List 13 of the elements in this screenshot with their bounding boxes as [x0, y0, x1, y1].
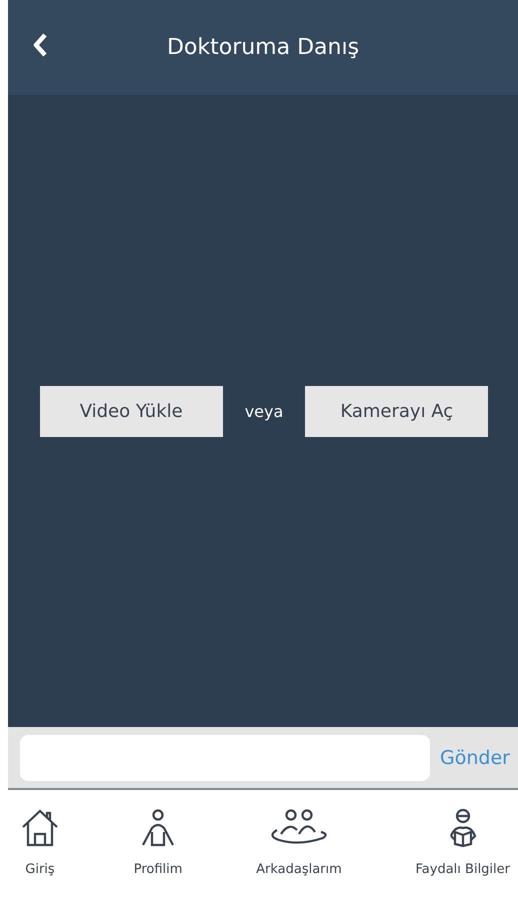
back-icon	[32, 33, 48, 57]
tab-item[interactable]: Giriş	[20, 808, 60, 905]
tab-item[interactable]: Profilim	[134, 808, 182, 905]
upload-video-button[interactable]: Video Yükle	[40, 386, 223, 436]
person-icon	[140, 808, 176, 848]
screen-title: Doktoruma Danış	[166, 35, 360, 60]
house-icon	[20, 808, 60, 848]
message-field[interactable]	[20, 734, 430, 780]
open-camera-button[interactable]: Kamerayı Aç	[305, 386, 488, 436]
back-button[interactable]	[32, 33, 48, 57]
tab-item[interactable]: Faydalı Bilgiler	[416, 808, 510, 905]
tab-item[interactable]: Arkadaşlarım	[256, 808, 342, 905]
or-label: veya	[244, 402, 284, 420]
